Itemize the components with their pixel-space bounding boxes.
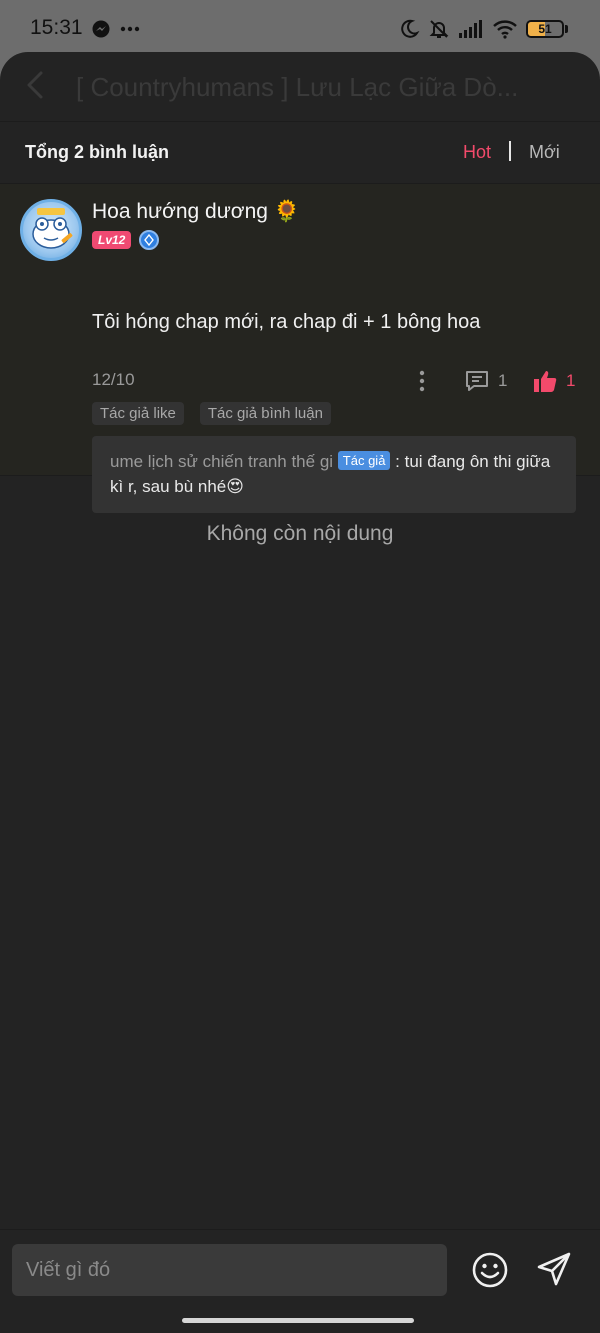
wifi-icon — [493, 20, 517, 39]
user-badges: Lv12 — [92, 230, 160, 250]
sort-hot-tab[interactable]: Hot — [463, 142, 491, 163]
battery-tip — [565, 25, 568, 33]
comment-meta: 12/10 1 1 — [92, 369, 582, 393]
battery-level: 51 — [538, 22, 552, 36]
tag-author-liked: Tác giả like — [92, 402, 184, 425]
avatar[interactable] — [20, 199, 82, 261]
status-right-icons: 51 — [398, 18, 568, 40]
more-dots-icon — [120, 26, 140, 32]
reply-user-name: ume lịch sử chiến tranh thế gi — [110, 452, 334, 471]
messenger-icon — [92, 20, 110, 38]
send-icon — [537, 1252, 571, 1286]
thumbs-up-icon — [534, 371, 557, 392]
comment-input-bar — [0, 1229, 600, 1333]
comments-sheet: [ Countryhumans ] Lưu Lạc Giữa Dò... Tổn… — [0, 52, 600, 1333]
emoji-button[interactable] — [471, 1251, 509, 1289]
reply-count: 1 — [498, 371, 508, 390]
page-title: [ Countryhumans ] Lưu Lạc Giữa Dò... — [76, 72, 519, 102]
sort-new-tab[interactable]: Mới — [529, 142, 560, 163]
comment-text: Tôi hóng chap mới, ra chap đi + 1 bông h… — [92, 311, 481, 333]
comment-tags: Tác giả like Tác giả bình luận — [92, 402, 331, 425]
level-badge: Lv12 — [92, 231, 132, 249]
emoji-icon — [472, 1252, 508, 1288]
signal-icon — [459, 20, 482, 38]
status-time: 15:31 — [30, 16, 83, 39]
reply-separator: : — [390, 452, 405, 471]
comment-input[interactable] — [12, 1244, 447, 1296]
dimmed-header: [ Countryhumans ] Lưu Lạc Giữa Dò... — [0, 52, 600, 122]
status-bar: 15:31 51 — [0, 0, 600, 56]
frog-avatar-icon — [32, 208, 73, 249]
status-left-icons — [92, 19, 152, 44]
back-arrow-icon[interactable] — [24, 70, 46, 105]
sort-divider — [509, 141, 511, 161]
like-count: 1 — [566, 371, 576, 390]
like-button[interactable]: 1 — [532, 369, 575, 393]
verified-badge-icon — [139, 230, 160, 250]
tag-author-commented: Tác giả bình luận — [199, 402, 331, 425]
end-of-content-message: Không còn nội dung — [206, 522, 394, 545]
reply-preview[interactable]: ume lịch sử chiến tranh thế gi Tác giả :… — [92, 436, 576, 513]
more-options-icon[interactable] — [414, 369, 430, 398]
home-indicator — [182, 1318, 414, 1323]
total-comments-label: Tổng 2 bình luận — [25, 142, 169, 162]
comment-date: 12/10 — [92, 370, 135, 389]
moon-icon — [401, 19, 420, 38]
comments-summary-bar: Tổng 2 bình luận Hot Mới — [0, 122, 600, 184]
bell-off-icon — [429, 20, 449, 38]
comment-user-name[interactable]: Hoa hướng dương 🌻 — [92, 200, 300, 224]
comment-item: Hoa hướng dương 🌻 Lv12 Tôi hóng chap mới… — [0, 184, 600, 513]
author-badge: Tác giả — [337, 451, 391, 470]
reply-button[interactable]: 1 — [464, 369, 507, 393]
send-button[interactable] — [535, 1250, 573, 1288]
battery-icon: 51 — [526, 20, 564, 38]
reply-comment-icon — [466, 371, 488, 391]
